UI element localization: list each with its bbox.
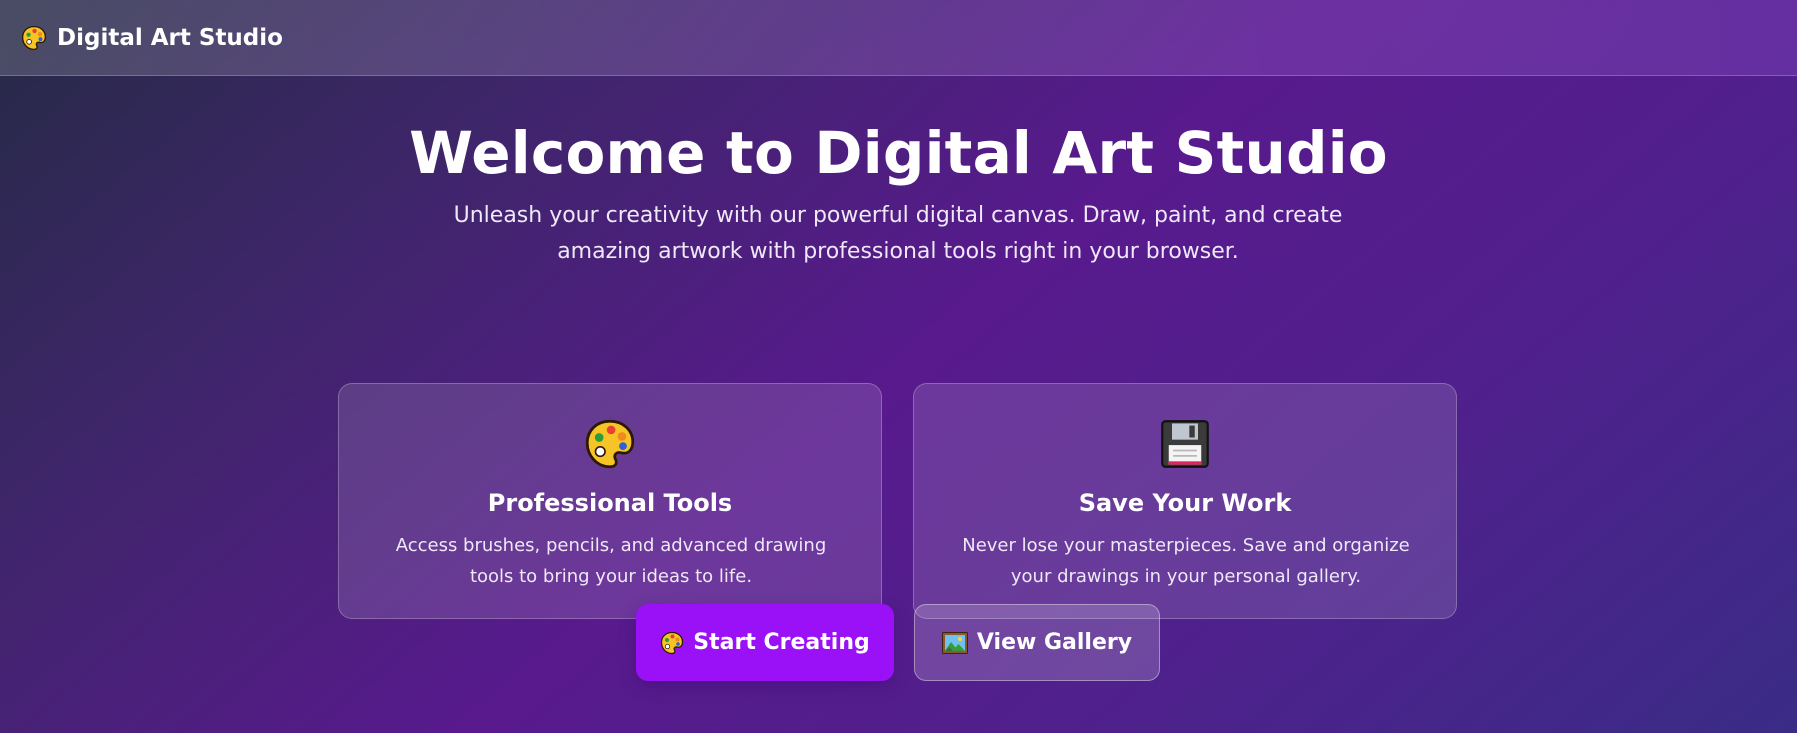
view-gallery-button[interactable]: View Gallery [914, 604, 1160, 681]
framed-picture-icon [941, 631, 968, 654]
feature-card-save-your-work: Save Your Work Never lose your masterpie… [913, 383, 1457, 619]
feature-title: Professional Tools [487, 489, 733, 517]
floppy-disk-icon [914, 418, 1456, 470]
feature-description: Access brushes, pencils, and advanced dr… [395, 535, 827, 587]
top-navbar: Digital Art Studio [0, 0, 1797, 76]
palette-icon [660, 631, 684, 655]
brand-name: Digital Art Studio [57, 24, 283, 51]
brand-logo[interactable]: Digital Art Studio [21, 25, 283, 51]
feature-title: Save Your Work [1078, 489, 1292, 517]
palette-icon [21, 25, 47, 51]
start-creating-label: Start Creating [693, 630, 870, 655]
start-creating-button[interactable]: Start Creating [636, 604, 894, 681]
view-gallery-label: View Gallery [976, 630, 1133, 655]
hero-subtitle: Unleash your creativity with our powerfu… [453, 203, 1343, 264]
feature-description: Never lose your masterpieces. Save and o… [962, 535, 1410, 587]
page-title: Welcome to Digital Art Studio [409, 119, 1388, 187]
feature-card-professional-tools: Professional Tools Access brushes, penci… [338, 383, 882, 619]
palette-icon [339, 418, 881, 470]
